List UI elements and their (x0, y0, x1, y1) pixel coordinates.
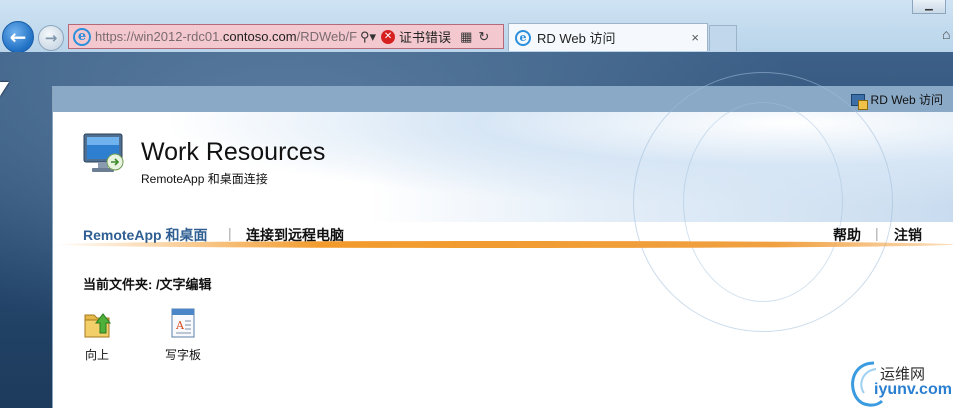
rdweb-page: RD Web 访问 Work Resources RemoteApp 和桌面连接… (52, 72, 953, 408)
current-folder-label: 当前文件夹: /文字编辑 (83, 277, 212, 292)
watermark-text-domain: iyunv.com (874, 381, 952, 398)
arrow-right-icon: → (44, 29, 58, 47)
remote-desktop-monitor-icon (83, 133, 124, 172)
rdweb-access-link[interactable]: RD Web 访问 (850, 91, 943, 110)
page-title: Work Resources (141, 138, 326, 166)
browser-tab[interactable]: e RD Web 访问 × (508, 23, 708, 51)
compat-view-icon[interactable]: ▦ (460, 29, 472, 45)
watermark-logo: 运维网 iyunv.com (846, 357, 953, 408)
close-icon[interactable]: × (691, 30, 699, 45)
arrow-left-icon: ← (9, 25, 27, 49)
folder-up-label: 向上 (84, 348, 109, 362)
wordpad-label: 写字板 (164, 348, 201, 362)
rdweb-access-label: RD Web 访问 (870, 93, 943, 107)
page-subtitle: RemoteApp 和桌面连接 (141, 172, 268, 186)
refresh-icon[interactable]: ↻ (478, 29, 489, 45)
wordpad-item[interactable]: A 写字板 (153, 307, 213, 363)
minimize-button[interactable]: ▁ (912, 0, 946, 14)
wordpad-icon: A (171, 308, 195, 338)
home-icon[interactable]: ⌂ (942, 26, 950, 42)
nav-separator: | (875, 225, 879, 241)
cert-error-icon[interactable]: ✕ (381, 29, 396, 44)
forward-button[interactable]: → (38, 25, 64, 51)
rdweb-icon (850, 93, 868, 110)
cert-error-label[interactable]: 证书错误 (399, 27, 451, 46)
folder-up-icon (84, 313, 112, 338)
svg-text:A: A (175, 319, 185, 332)
back-button[interactable]: ← (2, 21, 34, 53)
header-divider (53, 241, 953, 248)
folder-up-item[interactable]: 向上 (67, 307, 127, 363)
address-url[interactable]: https://win2012-rdc01.contoso.com/RDWeb/… (95, 29, 357, 44)
nav-separator: | (228, 225, 232, 241)
new-tab-button[interactable] (709, 25, 737, 51)
tab-title: RD Web 访问 (537, 31, 616, 46)
mouse-cursor-icon (0, 82, 9, 96)
globe-decoration (683, 102, 843, 302)
browser-toolbar: ← → e https://win2012-rdc01.contoso.com/… (0, 0, 953, 53)
ie-icon: e (73, 27, 91, 46)
ie-icon: e (515, 29, 531, 46)
address-bar[interactable]: e https://win2012-rdc01.contoso.com/RDWe… (68, 24, 504, 49)
search-icon[interactable]: ⚲▾ (360, 29, 376, 45)
rdweb-header: Work Resources RemoteApp 和桌面连接 (53, 72, 953, 332)
